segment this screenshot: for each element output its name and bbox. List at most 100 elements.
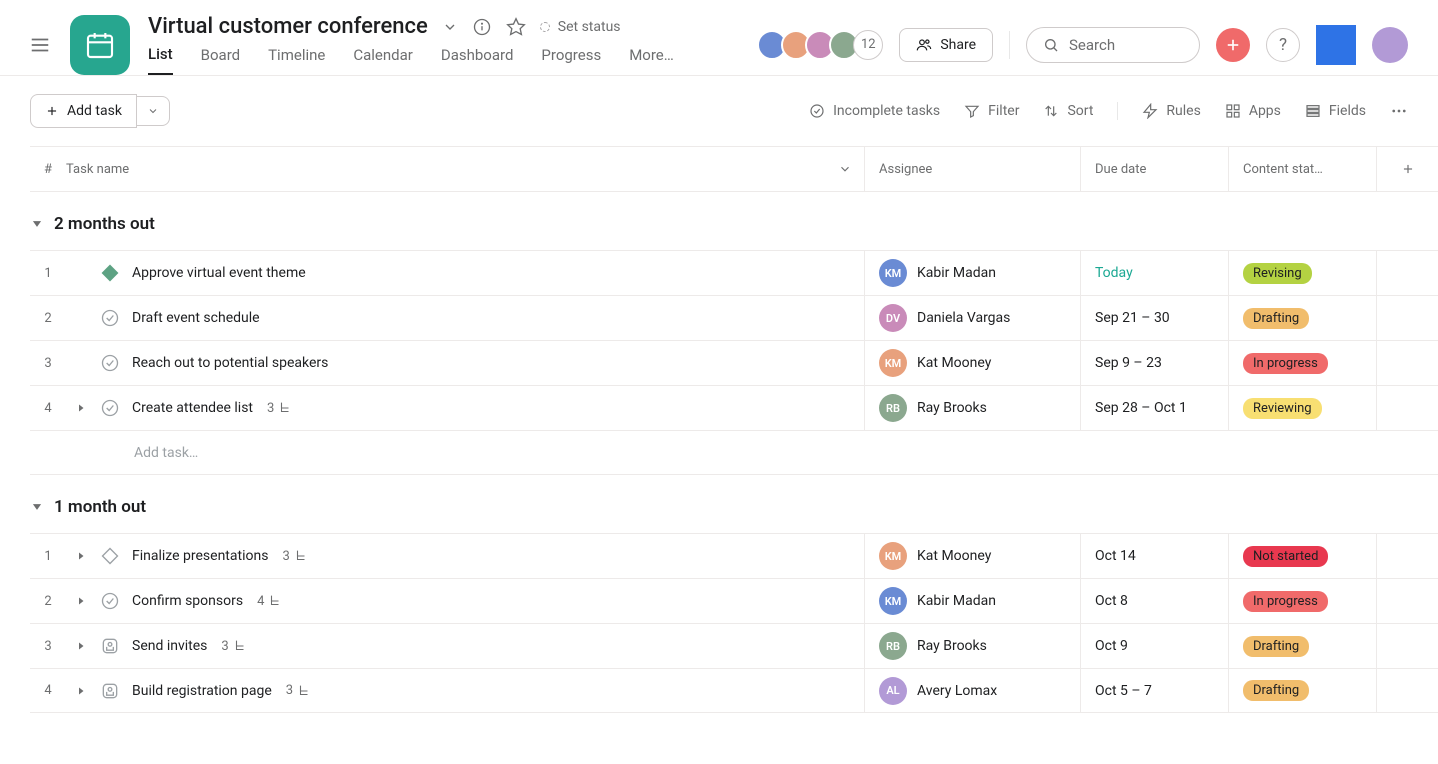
task-name[interactable]: Confirm sponsors (132, 593, 243, 609)
complete-task-checkbox[interactable] (100, 353, 120, 373)
status-badge[interactable]: Not started (1243, 546, 1328, 567)
add-task-dropdown[interactable] (137, 96, 170, 126)
chevron-down-icon[interactable] (838, 162, 852, 176)
due-date[interactable]: Oct 9 (1095, 638, 1128, 654)
fields-button[interactable]: Fields (1305, 103, 1366, 119)
add-column-button[interactable] (1401, 162, 1415, 176)
hamburger-menu-icon[interactable] (28, 33, 52, 57)
expand-subtasks-toggle[interactable] (72, 550, 90, 562)
task-row[interactable]: 3 Reach out to potential speakers KM Kat… (30, 340, 1438, 385)
user-avatar[interactable] (1372, 27, 1408, 63)
column-header-assignee[interactable]: Assignee (864, 147, 1080, 191)
section-collapse-toggle[interactable] (30, 500, 44, 514)
tab-calendar[interactable]: Calendar (353, 46, 413, 74)
notification-indicator[interactable] (1316, 25, 1356, 65)
more-actions-button[interactable] (1390, 102, 1408, 120)
complete-task-checkbox[interactable] (100, 546, 120, 566)
due-date[interactable]: Oct 5 – 7 (1095, 683, 1152, 699)
status-badge[interactable]: Reviewing (1243, 398, 1322, 419)
section-collapse-toggle[interactable] (30, 217, 44, 231)
task-row[interactable]: 2 Confirm sponsors4 KM Kabir Madan Oct 8… (30, 578, 1438, 623)
subtask-count[interactable]: 3 (282, 549, 307, 564)
tab-more[interactable]: More… (629, 46, 674, 74)
assignee-cell[interactable]: DV Daniela Vargas (879, 296, 1010, 340)
task-row[interactable]: 3 Send invites3 RB Ray Brooks Oct 9 Draf… (30, 623, 1438, 668)
section-title[interactable]: 1 month out (54, 497, 146, 517)
complete-task-checkbox[interactable] (100, 636, 120, 656)
due-date[interactable]: Oct 14 (1095, 548, 1136, 564)
subtask-count[interactable]: 3 (221, 639, 246, 654)
tab-dashboard[interactable]: Dashboard (441, 46, 514, 74)
due-date[interactable]: Sep 28 – Oct 1 (1095, 400, 1187, 416)
set-status-button[interactable]: Set status (540, 19, 621, 35)
task-row[interactable]: 1 Finalize presentations3 KM Kat Mooney … (30, 533, 1438, 578)
empty-cell (1376, 669, 1438, 712)
status-badge[interactable]: In progress (1243, 591, 1328, 612)
filter-label: Filter (988, 103, 1019, 119)
avatar-overflow-count[interactable]: 12 (853, 30, 883, 60)
task-row[interactable]: 4 Create attendee list3 RB Ray Brooks Se… (30, 385, 1438, 430)
task-name[interactable]: Create attendee list (132, 400, 253, 416)
assignee-cell[interactable]: AL Avery Lomax (879, 669, 997, 712)
project-title[interactable]: Virtual customer conference (148, 14, 428, 39)
column-header-due-date[interactable]: Due date (1080, 147, 1228, 191)
assignee-cell[interactable]: RB Ray Brooks (879, 386, 987, 430)
star-icon[interactable] (506, 17, 526, 37)
incomplete-tasks-filter[interactable]: Incomplete tasks (809, 103, 940, 119)
sort-button[interactable]: Sort (1043, 103, 1093, 119)
task-name[interactable]: Finalize presentations (132, 548, 268, 564)
column-header-content-status[interactable]: Content stat… (1228, 147, 1376, 191)
status-badge[interactable]: In progress (1243, 353, 1328, 374)
add-task-button[interactable]: Add task (30, 94, 137, 128)
complete-task-checkbox[interactable] (100, 591, 120, 611)
status-badge[interactable]: Revising (1243, 263, 1312, 284)
assignee-cell[interactable]: KM Kabir Madan (879, 251, 996, 295)
status-badge[interactable]: Drafting (1243, 680, 1309, 701)
filter-button[interactable]: Filter (964, 103, 1019, 119)
section-title[interactable]: 2 months out (54, 214, 155, 234)
due-date[interactable]: Sep 21 – 30 (1095, 310, 1170, 326)
tab-board[interactable]: Board (201, 46, 240, 74)
task-name[interactable]: Approve virtual event theme (132, 265, 306, 281)
tab-progress[interactable]: Progress (541, 46, 601, 74)
assignee-cell[interactable]: RB Ray Brooks (879, 624, 987, 668)
help-button[interactable]: ? (1266, 28, 1300, 62)
chevron-down-icon[interactable] (442, 19, 458, 35)
task-name[interactable]: Build registration page (132, 683, 272, 699)
task-name[interactable]: Reach out to potential speakers (132, 355, 328, 371)
complete-task-checkbox[interactable] (100, 263, 120, 283)
expand-subtasks-toggle[interactable] (72, 402, 90, 414)
subtask-count[interactable]: 3 (267, 401, 292, 416)
due-date[interactable]: Oct 8 (1095, 593, 1128, 609)
task-row[interactable]: 1 Approve virtual event theme KM Kabir M… (30, 250, 1438, 295)
subtask-count[interactable]: 3 (286, 683, 311, 698)
column-header-task-name[interactable]: Task name (66, 162, 129, 177)
complete-task-checkbox[interactable] (100, 308, 120, 328)
apps-button[interactable]: Apps (1225, 103, 1281, 119)
tab-list[interactable]: List (148, 45, 173, 75)
share-button[interactable]: Share (899, 28, 993, 62)
task-name[interactable]: Draft event schedule (132, 310, 260, 326)
assignee-cell[interactable]: KM Kat Mooney (879, 341, 991, 385)
status-badge[interactable]: Drafting (1243, 308, 1309, 329)
task-row[interactable]: 2 Draft event schedule DV Daniela Vargas… (30, 295, 1438, 340)
rules-button[interactable]: Rules (1142, 103, 1200, 119)
add-new-button[interactable] (1216, 28, 1250, 62)
status-badge[interactable]: Drafting (1243, 636, 1309, 657)
expand-subtasks-toggle[interactable] (72, 595, 90, 607)
assignee-cell[interactable]: KM Kabir Madan (879, 579, 996, 623)
complete-task-checkbox[interactable] (100, 398, 120, 418)
info-icon[interactable] (472, 17, 492, 37)
add-task-inline[interactable]: Add task… (30, 430, 1438, 475)
subtask-count[interactable]: 4 (257, 594, 282, 609)
due-date[interactable]: Sep 9 – 23 (1095, 355, 1162, 371)
task-name[interactable]: Send invites (132, 638, 207, 654)
tab-timeline[interactable]: Timeline (268, 46, 325, 74)
due-date[interactable]: Today (1095, 265, 1133, 281)
search-input[interactable]: Search (1026, 27, 1200, 63)
expand-subtasks-toggle[interactable] (72, 640, 90, 652)
assignee-cell[interactable]: KM Kat Mooney (879, 534, 991, 578)
complete-task-checkbox[interactable] (100, 681, 120, 701)
expand-subtasks-toggle[interactable] (72, 685, 90, 697)
task-row[interactable]: 4 Build registration page3 AL Avery Loma… (30, 668, 1438, 713)
